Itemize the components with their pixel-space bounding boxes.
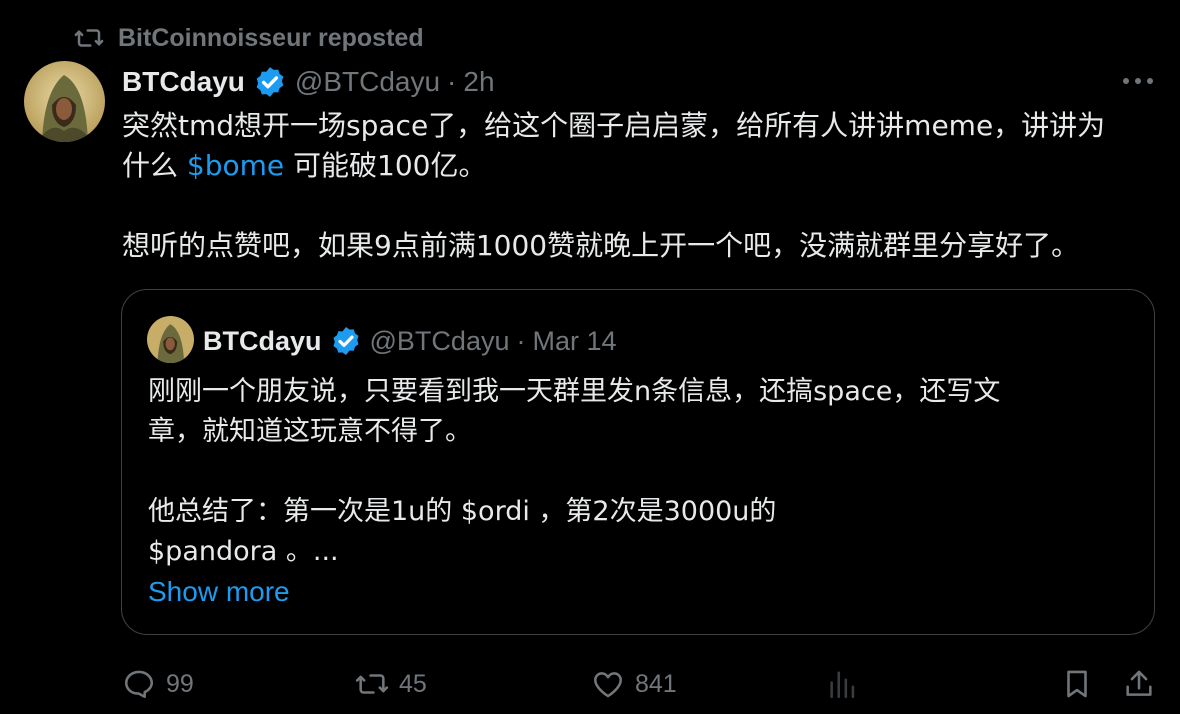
repost-context[interactable]: BitCoinnoisseur reposted [74,22,424,54]
repost-icon [355,674,389,694]
quoted-text-line: $pandora 。... [148,536,339,567]
text-fragment: 什么 [122,149,187,182]
repost-count: 45 [399,669,427,698]
avatar[interactable] [24,61,105,142]
tweet-actions: 99 45 841 [0,662,1180,706]
cashtag-link[interactable]: $bome [187,149,284,182]
tweet-text-line: 突然tmd想开一场space了，给这个圈子启启蒙，给所有人讲讲meme，讲讲为 [122,109,1106,142]
reply-count: 99 [166,669,194,698]
tweet-header: BTCdayu @BTCdayu · 2h [122,62,495,102]
verified-badge-icon [332,327,359,355]
quoted-author-name[interactable]: BTCdayu [203,326,322,357]
repost-button[interactable]: 45 [355,662,427,706]
quoted-text-line: 刚刚一个朋友说，只要看到我一天群里发n条信息，还搞space，还写文 [148,376,1001,407]
quoted-avatar[interactable] [147,316,194,363]
like-button[interactable]: 841 [591,662,677,706]
reply-icon [124,670,154,699]
quoted-timestamp[interactable]: Mar 14 [532,326,616,357]
author-name[interactable]: BTCdayu [122,66,245,98]
heart-icon [593,672,623,698]
verified-badge-icon [256,67,284,97]
quoted-text-line: 他总结了：第一次是1u的 $ordi ，第2次是3000u的 [148,496,777,527]
quoted-tweet-text: 刚刚一个朋友说，只要看到我一天群里发n条信息，还搞space，还写文 章，就知道… [148,372,1138,572]
repost-icon [74,29,104,47]
bookmark-button[interactable] [1060,662,1094,706]
share-button[interactable] [1122,662,1156,706]
more-icon [1123,78,1153,84]
separator: · [447,66,457,97]
bookmark-icon [1067,670,1087,698]
show-more-link[interactable]: Show more [148,572,290,612]
views-button[interactable] [826,662,860,706]
tweet-text-line: 什么 $bome 可能破100亿。 [122,146,1162,186]
tweet-text-line: 想听的点赞吧，如果9点前满1000赞就晚上开一个吧，没满就群里分享好了。 [122,229,1080,262]
text-fragment: 可能破100亿。 [284,149,487,182]
analytics-icon [830,671,855,699]
reply-button[interactable]: 99 [122,662,194,706]
quoted-text-line: 章，就知道这玩意不得了。 [148,416,472,447]
separator: · [516,325,526,356]
more-options-button[interactable] [1118,64,1158,98]
tweet-text: 突然tmd想开一场space了，给这个圈子启启蒙，给所有人讲讲meme，讲讲为 … [122,106,1162,266]
like-count: 841 [635,669,677,698]
author-handle[interactable]: @BTCdayu [295,66,440,98]
repost-label: BitCoinnoisseur reposted [118,23,424,52]
tweet-timestamp[interactable]: 2h [463,66,494,98]
quoted-tweet-header: BTCdayu @BTCdayu · Mar 14 [203,321,617,361]
share-icon [1126,670,1152,696]
quoted-author-handle[interactable]: @BTCdayu [370,326,510,357]
